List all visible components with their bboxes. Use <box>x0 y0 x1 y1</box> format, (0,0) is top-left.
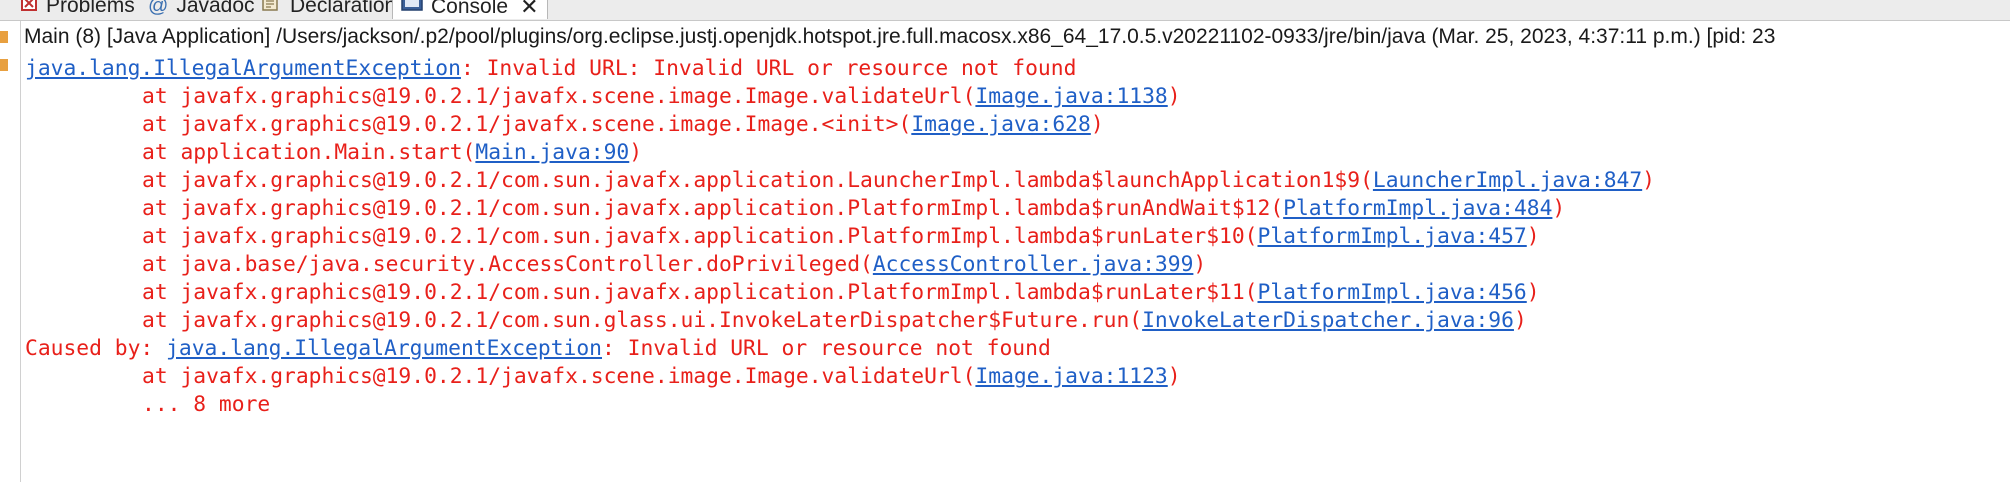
console-line-text: at javafx.graphics@19.0.2.1/javafx.scene… <box>142 84 976 109</box>
console-line: at javafx.graphics@19.0.2.1/com.sun.java… <box>25 279 2005 307</box>
console-line: at javafx.graphics@19.0.2.1/javafx.scene… <box>25 83 2005 111</box>
console-line: at javafx.graphics@19.0.2.1/com.sun.glas… <box>25 307 2005 335</box>
console-line-text: at javafx.graphics@19.0.2.1/com.sun.java… <box>142 168 1373 193</box>
tab-declaration[interactable]: Declaration <box>262 0 396 18</box>
console-line-suffix: : Invalid URL: Invalid URL or resource n… <box>460 56 1077 81</box>
console-output[interactable]: java.lang.IllegalArgumentException: Inva… <box>25 55 2005 419</box>
console-line-text: ... 8 more <box>142 392 271 417</box>
tab-problems[interactable]: Problems <box>20 0 135 18</box>
tab-javadoc[interactable]: @ Javadoc <box>148 0 255 18</box>
source-link[interactable]: Image.java:1123 <box>975 364 1167 389</box>
console-line: at javafx.graphics@19.0.2.1/com.sun.java… <box>25 167 2005 195</box>
source-link[interactable]: Image.java:628 <box>911 112 1091 137</box>
console-line-suffix: ) <box>1167 84 1181 109</box>
console-line-suffix: ) <box>1552 196 1566 221</box>
console-line: at javafx.graphics@19.0.2.1/javafx.scene… <box>25 363 2005 391</box>
tab-problems-label: Problems <box>46 0 135 17</box>
console-line: Caused by: java.lang.IllegalArgumentExce… <box>25 335 2005 363</box>
console-icon <box>401 0 423 19</box>
tab-javadoc-label: Javadoc <box>176 0 255 17</box>
console-view: Main (8) [Java Application] /Users/jacks… <box>0 21 2010 482</box>
console-line: at javafx.graphics@19.0.2.1/com.sun.java… <box>25 195 2005 223</box>
problems-icon <box>20 0 38 18</box>
console-line-text: at javafx.graphics@19.0.2.1/com.sun.java… <box>142 280 1258 305</box>
tab-console-label: Console <box>431 0 509 18</box>
source-link[interactable]: PlatformImpl.java:484 <box>1283 196 1552 221</box>
console-line: java.lang.IllegalArgumentException: Inva… <box>25 55 2005 83</box>
console-line-suffix: ) <box>1642 168 1655 193</box>
console-line-text: at javafx.graphics@19.0.2.1/com.sun.java… <box>142 196 1284 221</box>
source-link[interactable]: PlatformImpl.java:456 <box>1258 280 1527 305</box>
tab-declaration-label: Declaration <box>290 0 397 17</box>
console-line: at javafx.graphics@19.0.2.1/javafx.scene… <box>25 111 2005 139</box>
console-line-suffix: ) <box>629 140 643 165</box>
console-line-suffix: ) <box>1167 364 1181 389</box>
console-process-header: Main (8) [Java Application] /Users/jacks… <box>24 25 1776 48</box>
console-line-suffix: : Invalid URL or resource not found <box>602 336 1051 361</box>
view-tab-bar: Problems @ Javadoc Declaration Console ✕ <box>0 0 2010 21</box>
source-link[interactable]: PlatformImpl.java:457 <box>1258 224 1527 249</box>
console-line-text: at java.base/java.security.AccessControl… <box>142 252 873 277</box>
console-line: ... 8 more <box>25 391 2005 419</box>
console-line-text: at javafx.graphics@19.0.2.1/com.sun.java… <box>142 224 1258 249</box>
console-line: at java.base/java.security.AccessControl… <box>25 251 2005 279</box>
marker-icon <box>0 31 8 43</box>
close-icon[interactable]: ✕ <box>520 0 538 20</box>
console-line-text: at javafx.graphics@19.0.2.1/javafx.scene… <box>142 112 912 137</box>
left-gutter <box>0 21 21 482</box>
source-link[interactable]: Main.java:90 <box>475 140 629 165</box>
source-link[interactable]: AccessController.java:399 <box>873 252 1194 277</box>
tab-console[interactable]: Console ✕ <box>392 0 548 19</box>
declaration-icon <box>262 0 282 18</box>
console-line-suffix: ) <box>1193 252 1207 277</box>
console-line-suffix: ) <box>1513 308 1527 333</box>
source-link[interactable]: Image.java:1138 <box>975 84 1167 109</box>
console-line-text: Caused by: <box>25 336 167 361</box>
marker-icon <box>0 59 8 71</box>
source-link[interactable]: java.lang.IllegalArgumentException <box>166 336 602 361</box>
source-link[interactable]: InvokeLaterDispatcher.java:96 <box>1142 308 1514 333</box>
console-line: at javafx.graphics@19.0.2.1/com.sun.java… <box>25 223 2005 251</box>
console-line: at application.Main.start(Main.java:90) <box>25 139 2005 167</box>
console-line-text: at application.Main.start( <box>142 140 476 165</box>
console-line-suffix: ) <box>1526 280 1540 305</box>
at-icon: @ <box>148 0 169 17</box>
source-link[interactable]: LauncherImpl.java:847 <box>1373 168 1642 193</box>
console-line-text: at javafx.graphics@19.0.2.1/javafx.scene… <box>142 364 976 389</box>
console-line-suffix: ) <box>1090 112 1104 137</box>
console-line-suffix: ) <box>1526 224 1540 249</box>
console-line-text: at javafx.graphics@19.0.2.1/com.sun.glas… <box>142 308 1143 333</box>
source-link[interactable]: java.lang.IllegalArgumentException <box>25 56 461 81</box>
